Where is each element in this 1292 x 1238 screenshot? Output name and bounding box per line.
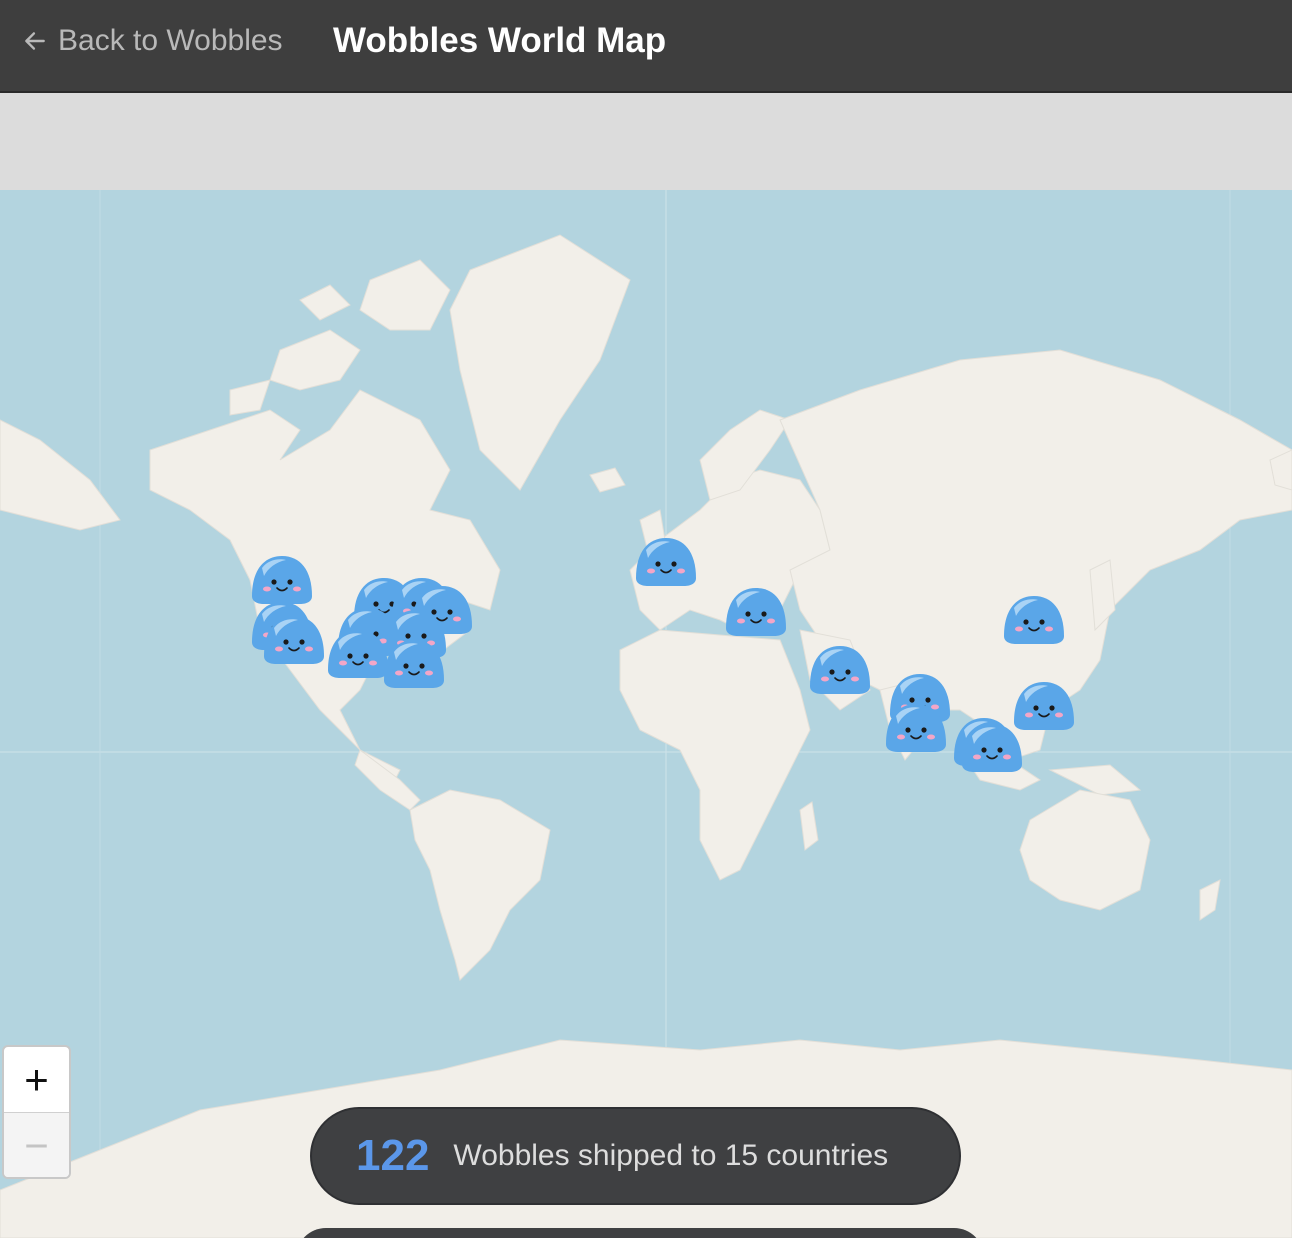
shipped-count: 122 (356, 1131, 430, 1180)
bottom-pill (296, 1228, 984, 1238)
top-bar: Back to Wobbles Wobbles World Map (0, 0, 1292, 93)
back-link-label: Back to Wobbles (58, 24, 283, 57)
back-link[interactable]: Back to Wobbles (22, 22, 283, 60)
zoom-control: + − (2, 1045, 71, 1179)
zoom-in-button[interactable]: + (4, 1047, 69, 1112)
zoom-out-button[interactable]: − (4, 1112, 69, 1177)
page-title: Wobbles World Map (333, 21, 667, 60)
world-map-base (0, 190, 1292, 1238)
map-header-band (0, 93, 1292, 190)
shipped-label: Wobbles shipped to 15 countries (453, 1139, 889, 1172)
arrow-left-icon (25, 32, 45, 50)
world-map[interactable]: + − 122 Wobbles shipped to 15 countries (0, 190, 1292, 1238)
shipping-stats-pill: 122 Wobbles shipped to 15 countries (310, 1107, 961, 1205)
